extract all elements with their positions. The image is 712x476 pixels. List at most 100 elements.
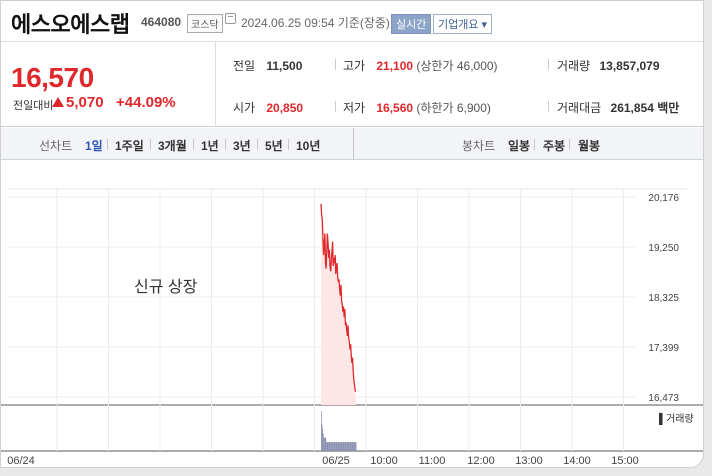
divider — [534, 139, 535, 150]
volume-bar — [332, 442, 334, 451]
change-label: 전일대비 — [13, 100, 54, 112]
tab-period-1w[interactable]: 1주일 — [115, 137, 144, 154]
divider — [288, 139, 289, 150]
volume-bar — [346, 442, 348, 451]
volume-bar — [322, 433, 324, 451]
volume-bar — [350, 442, 352, 451]
tab-line-chart[interactable]: 선차트 — [39, 137, 72, 154]
stat-value: 11,500 — [266, 59, 303, 73]
volume-bar — [355, 442, 357, 451]
lower-limit: (하한가 6,900) — [416, 101, 491, 115]
volume-bar — [351, 442, 353, 451]
volume-bar — [326, 442, 328, 451]
divider — [107, 139, 108, 150]
upper-limit: (상한가 46,000) — [416, 59, 498, 73]
volume-bar — [354, 442, 356, 451]
stat-label: 거래량 — [557, 59, 591, 73]
tab-period-3y[interactable]: 3년 — [233, 137, 251, 154]
volume-bar — [340, 442, 342, 451]
volume-bar — [343, 442, 345, 451]
current-price: 16,570 — [11, 62, 94, 93]
x-tick-label: 06/25 — [322, 455, 350, 467]
volume-bar — [349, 442, 351, 451]
stat-value: 261,854 백만 — [610, 101, 680, 115]
volume-bar — [336, 442, 338, 451]
tab-period-1d[interactable]: 1일 — [85, 137, 103, 154]
volume-bar — [335, 442, 337, 451]
volume-bar — [347, 442, 349, 451]
x-tick-label: 13:00 — [515, 455, 543, 467]
stock-name[interactable]: 에스오에스랩 — [11, 7, 130, 39]
volume-bar — [342, 442, 343, 451]
volume-bar — [338, 442, 340, 451]
tab-period-1y[interactable]: 1년 — [201, 137, 219, 154]
volume-bar — [340, 442, 342, 451]
volume-bar — [349, 442, 351, 451]
stat-value: 21,100 — [376, 59, 414, 73]
divider — [569, 139, 570, 150]
divider — [335, 101, 336, 112]
tab-weekly-candle[interactable]: 주봉 — [543, 137, 565, 154]
divider — [225, 139, 226, 150]
realtime-button[interactable]: 실시간 — [391, 14, 432, 34]
price-chart-svg: 20,176 19,250 18,325 17,399 16,473 06/24 06/25… — [1, 188, 703, 467]
tab-period-5y[interactable]: 5년 — [265, 137, 283, 154]
datetime: 2024.06.25 09:54 — [241, 16, 335, 30]
intraday-chart[interactable]: 20,176 19,250 18,325 17,399 16,473 06/24 06/25… — [1, 161, 703, 467]
basis-label: 기준(장중) — [337, 16, 390, 30]
volume-bar — [330, 442, 331, 451]
volume-bar — [326, 442, 327, 451]
stat-high: 고가 21,100 (상한가 46,000) — [343, 57, 498, 74]
tab-period-10y[interactable]: 10년 — [296, 137, 320, 154]
x-tick-label: 06/24 — [7, 455, 35, 467]
volume-bar — [344, 442, 346, 451]
divider — [193, 139, 194, 150]
volume-bar — [339, 442, 340, 451]
up-arrow-icon — [52, 97, 64, 107]
stock-header: 에스오에스랩 464080 코스닥 2024.06.25 09:54 기준(장중… — [1, 1, 703, 41]
volume-bar — [353, 442, 354, 451]
volume-bar — [348, 442, 350, 451]
volume-bar — [324, 437, 325, 451]
divider — [150, 139, 151, 150]
tab-period-3m[interactable]: 3개월 — [158, 137, 187, 154]
stock-quote-card: 에스오에스랩 464080 코스닥 2024.06.25 09:54 기준(장중… — [0, 0, 704, 468]
divider — [353, 128, 354, 160]
volume-bar — [351, 442, 352, 451]
stat-value: 13,857,079 — [599, 59, 660, 73]
company-info-dropdown[interactable]: 기업개요 ▾ — [433, 14, 493, 34]
x-tick-label: 14:00 — [563, 455, 591, 467]
volume-bar — [348, 442, 349, 451]
x-tick-label: 11:00 — [419, 455, 446, 467]
volume-bar — [328, 442, 330, 451]
volume-bar — [334, 442, 336, 451]
divider — [257, 139, 258, 150]
change-percent: +44.09% — [116, 94, 176, 111]
stat-value: 20,850 — [266, 101, 304, 115]
volume-bar — [342, 442, 344, 451]
volume-bar — [352, 442, 354, 451]
volume-bar — [353, 442, 355, 451]
tab-candle-chart[interactable]: 봉차트 — [462, 137, 495, 154]
stat-low: 저가 16,560 (하한가 6,900) — [343, 99, 491, 116]
divider — [215, 42, 216, 127]
volume-bar — [325, 437, 327, 451]
volume-bar — [324, 437, 326, 451]
volume-legend: ▌거래량 — [659, 414, 694, 425]
stat-prev-close: 전일 11,500 — [233, 57, 302, 74]
volume-bar — [323, 437, 325, 451]
chart-tab-bar: 선차트 1일 1주일 3개월 1년 3년 5년 10년 봉차트 일봉 주봉 월봉 — [1, 128, 703, 160]
tab-daily-candle[interactable]: 일봉 — [508, 137, 530, 154]
y-tick-label: 18,325 — [648, 293, 679, 304]
volume-bar — [344, 442, 345, 451]
volume-bar — [346, 442, 347, 451]
new-listing-note: 신규 상장 — [134, 279, 198, 296]
divider — [548, 59, 549, 70]
x-tick-label: 15:00 — [611, 455, 639, 467]
volume-bar — [327, 442, 329, 451]
market-badge: 코스닥 — [187, 14, 223, 33]
tab-monthly-candle[interactable]: 월봉 — [578, 137, 600, 154]
divider — [548, 101, 549, 112]
divider — [335, 59, 336, 70]
volume-bar — [341, 442, 343, 451]
